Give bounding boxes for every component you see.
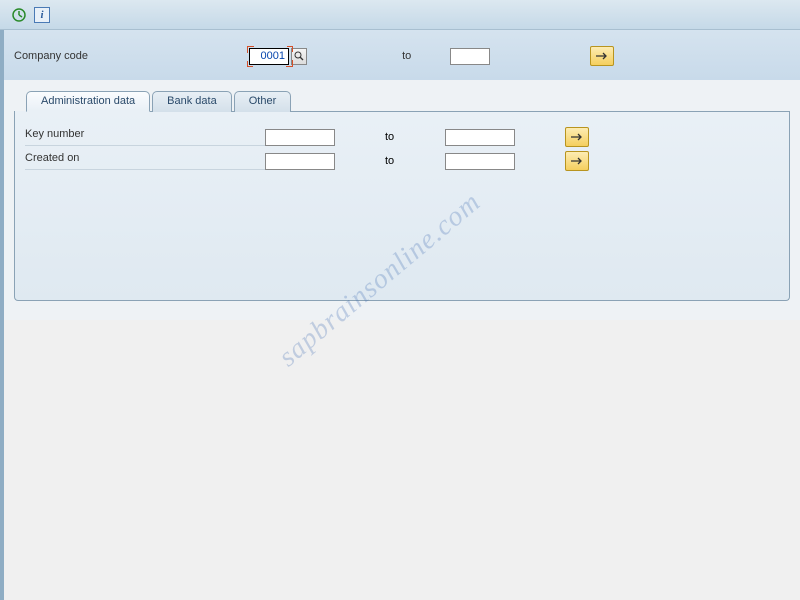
key-number-to-input[interactable]	[445, 129, 515, 146]
tabstrip: Administration data Bank data Other	[26, 90, 790, 112]
tab-other[interactable]: Other	[234, 91, 292, 112]
company-code-to-input[interactable]	[450, 48, 490, 65]
execute-icon	[12, 8, 26, 22]
company-code-to-label: to	[402, 50, 442, 62]
key-number-row: Key number to	[25, 125, 779, 149]
tab-administration-data[interactable]: Administration data	[26, 91, 150, 112]
multiple-selection-icon	[595, 51, 609, 61]
info-button[interactable]: i	[34, 7, 50, 23]
tab-content-administration-data: Key number to Created on to	[14, 111, 790, 301]
created-on-row: Created on to	[25, 149, 779, 173]
tab-area: Administration data Bank data Other Key …	[0, 80, 800, 320]
created-on-to-label: to	[385, 155, 445, 167]
key-number-multiple-selection[interactable]	[565, 127, 589, 147]
key-number-to-label: to	[385, 131, 445, 143]
lower-empty-area	[0, 320, 800, 600]
company-code-label: Company code	[14, 50, 164, 62]
application-toolbar: i	[0, 0, 800, 30]
tab-bank-data[interactable]: Bank data	[152, 91, 232, 112]
search-icon	[294, 51, 304, 61]
multiple-selection-icon	[570, 132, 584, 142]
multiple-selection-icon	[570, 156, 584, 166]
key-number-from-input[interactable]	[265, 129, 335, 146]
created-on-label: Created on	[25, 152, 265, 170]
key-number-label: Key number	[25, 128, 265, 146]
execute-button[interactable]	[10, 6, 28, 24]
created-on-multiple-selection[interactable]	[565, 151, 589, 171]
created-on-to-input[interactable]	[445, 153, 515, 170]
company-code-multiple-selection[interactable]	[590, 46, 614, 66]
created-on-from-input[interactable]	[265, 153, 335, 170]
selection-criteria-area: Company code to	[0, 30, 800, 80]
company-code-search-help[interactable]	[291, 48, 307, 65]
company-code-from-wrapper	[249, 48, 307, 65]
company-code-from-input[interactable]	[249, 48, 289, 65]
info-icon: i	[40, 9, 43, 21]
